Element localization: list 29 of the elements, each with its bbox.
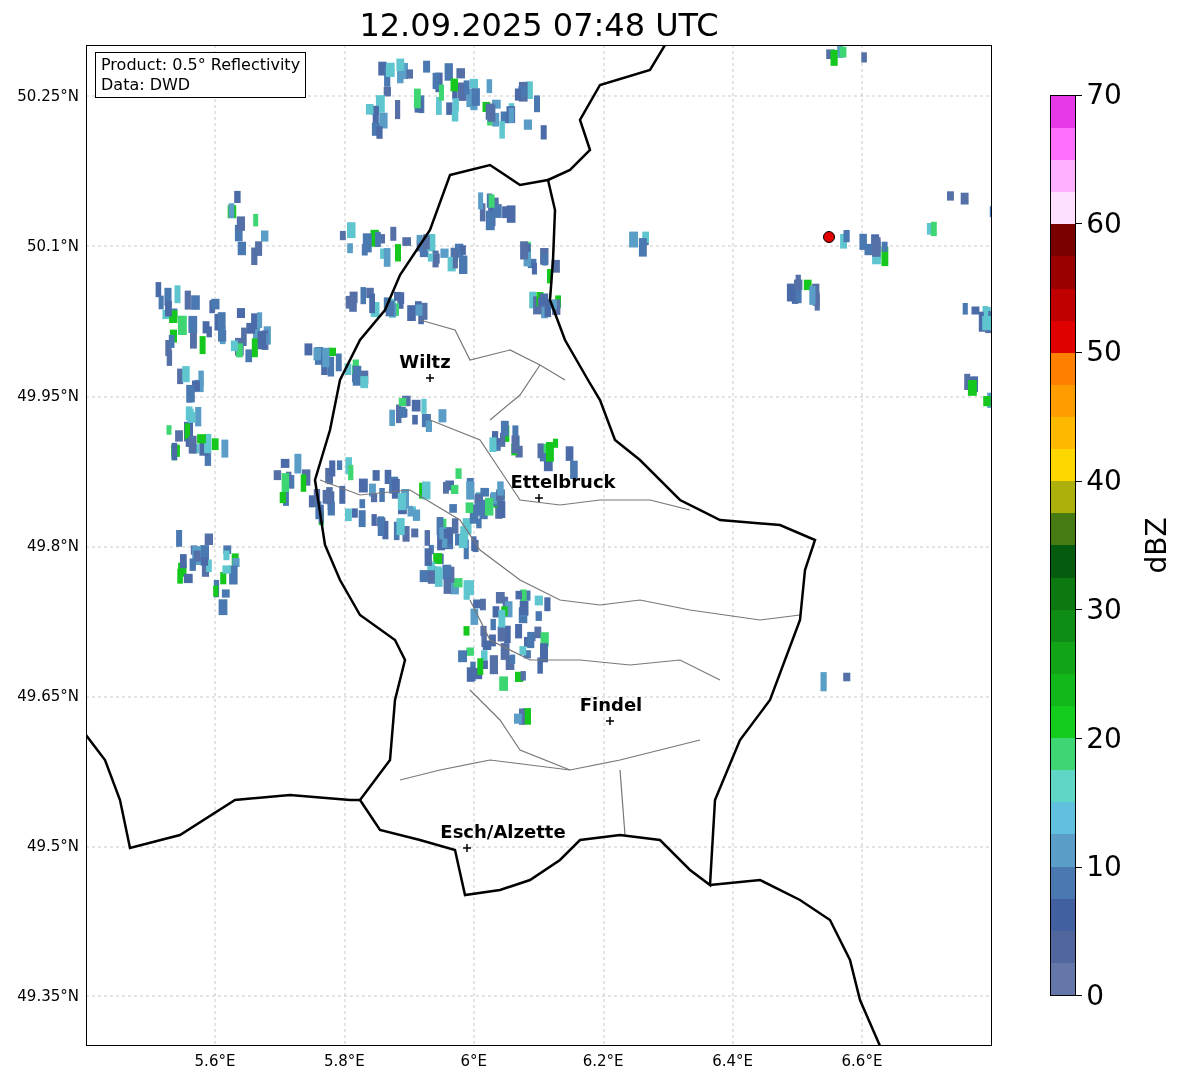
longitude-label: 6.6°E — [840, 1051, 884, 1072]
colorbar-tick-label: 20 — [1086, 721, 1122, 756]
city-label: Wiltz — [399, 351, 451, 372]
latitude-label: 49.95°N — [17, 386, 79, 407]
longitude-label: 5.6°E — [193, 1051, 237, 1072]
chart-title: 12.09.2025 07:48 UTC — [359, 5, 719, 45]
longitude-label: 5.8°E — [322, 1051, 366, 1072]
latitude-label: 49.65°N — [17, 686, 79, 707]
colorbar-tick-label: 10 — [1086, 850, 1122, 885]
latitude-label: 49.35°N — [17, 986, 79, 1007]
colorbar-title: dBZ — [1139, 517, 1173, 574]
longitude-label: 6.4°E — [711, 1051, 754, 1072]
latitude-label: 50.25°N — [17, 86, 79, 107]
city-label: Findel — [579, 694, 643, 715]
city-label: Ettelbruck — [510, 471, 616, 492]
info-text: Data: DWD — [101, 75, 192, 95]
colorbar-tick-label: 50 — [1086, 335, 1122, 370]
latitude-label: 50.1°N — [26, 236, 79, 257]
city-label: Esch/Alzette — [440, 821, 566, 842]
latitude-label: 49.5°N — [26, 836, 79, 857]
colorbar-tick-label: 60 — [1086, 206, 1122, 241]
colorbar-tick-label: 0 — [1086, 978, 1104, 1013]
longitude-label: 6.2°E — [581, 1051, 625, 1072]
colorbar-tick-label: 70 — [1086, 78, 1122, 112]
latitude-label: 49.8°N — [26, 536, 79, 557]
longitude-label: 6°E — [459, 1051, 489, 1072]
info-text: Product: 0.5° Reflectivity — [101, 55, 301, 75]
colorbar-tick-label: 30 — [1086, 592, 1122, 627]
colorbar-tick-label: 40 — [1086, 464, 1122, 499]
